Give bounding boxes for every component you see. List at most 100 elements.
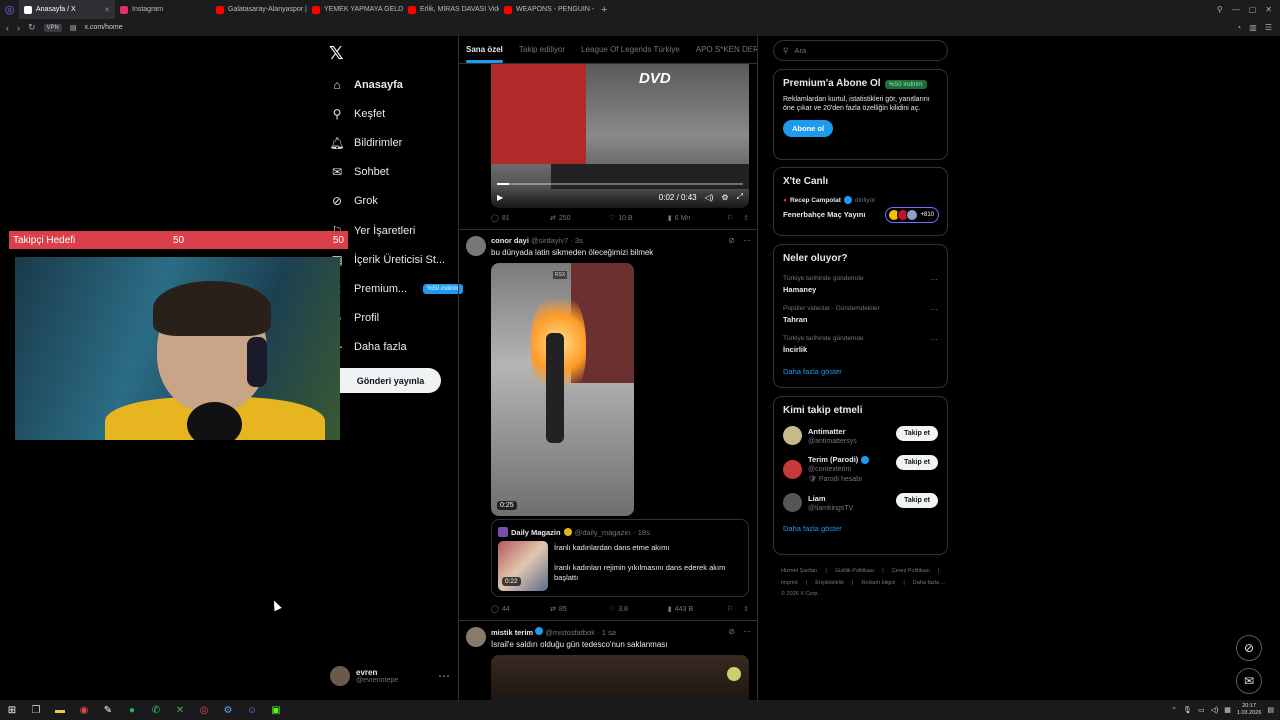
tray-expand-icon[interactable]: ⌃ [1171,706,1177,714]
vpn-badge[interactable]: VPN [43,23,62,32]
reload-icon[interactable]: ↻ [28,22,36,33]
volume-icon[interactable]: ◁) [1211,706,1219,714]
bookmark-icon[interactable]: ⚐ [727,214,733,222]
nav-item[interactable]: ☺Profil [330,304,463,333]
volume-icon[interactable]: ◁) [705,193,714,202]
subscribe-button[interactable]: Abone ol [783,120,834,138]
nav-item[interactable]: ✉ Sohbet [330,158,463,187]
nav-item[interactable]: ⚐Yer İşaretleri [330,216,463,245]
nav-item[interactable]: ⊘ Grok [330,187,463,216]
browser-tab[interactable]: Instagram [115,0,211,19]
post-button[interactable]: Gönderi yayınla [340,368,441,393]
grok-icon[interactable]: ⊘ [728,236,735,245]
more-icon[interactable]: ⋯ [743,236,751,245]
spotify-icon[interactable]: ● [120,700,144,720]
footer-link[interactable]: Reklam bilgisi [861,578,895,590]
forward-icon[interactable]: › [17,23,20,33]
nav-item[interactable]: ⋯Daha fazla [330,333,463,362]
browser-tab[interactable]: Anasayfa / X ✕ [19,0,115,19]
follow-suggestion[interactable]: Antimatter @antimattersys Takip et [783,426,938,445]
language-icon[interactable]: ▦ [1224,706,1231,714]
live-card[interactable]: X'te Canlı ● Recep Campolat dinliyor Fen… [773,167,948,236]
fullscreen-icon[interactable]: ⤢ [737,192,743,202]
extensions-icon[interactable]: ◔ [1236,23,1241,32]
browser-tab[interactable]: WEAPONS - PENGUIN - S [499,0,595,19]
browser-tab[interactable]: Erlik, MİRAS DAVASI Vide [403,0,499,19]
task-view-icon[interactable]: ❐ [24,700,48,720]
notification-icon[interactable]: ▤ [1267,706,1274,714]
grok-icon[interactable]: ⊘ [728,627,735,636]
mic-icon[interactable]: 🎙︎ [1183,706,1192,714]
views-button[interactable]: ▮ 443 B [668,605,727,614]
trend-item[interactable]: Popüler videolar · Gündemdekiler Tahran ⋯ [783,305,938,324]
avatar[interactable] [466,627,486,647]
avatar[interactable] [466,236,486,256]
footer-link[interactable]: Imprint [781,578,798,590]
timeline-tab[interactable]: Takip ediliyor [519,45,565,54]
sidebar-icon[interactable]: ▥ [1249,23,1257,32]
play-icon[interactable]: ▶ [497,193,503,202]
nav-item[interactable]: ▦İçerik Üreticisi St... [330,245,463,274]
menu-icon[interactable]: ☰ [1265,23,1272,32]
minimize-icon[interactable]: — [1232,5,1240,14]
steam-icon[interactable]: ⚙ [216,700,240,720]
tweet[interactable]: mistik terim @mistosfatbok · 1 sa İsrail… [466,627,751,649]
more-icon[interactable]: ⋯ [743,627,751,636]
new-tab-icon[interactable]: + [601,4,607,16]
search-input[interactable]: ⚲ Ara [773,40,948,61]
trend-item[interactable]: Türkiye tarihinde gündemde Hamaney ⋯ [783,275,938,294]
trend-item[interactable]: Türkiye tarihinde gündemde İncirlik ⋯ [783,335,938,354]
more-icon[interactable]: ⋯ [438,669,450,683]
follow-button[interactable]: Takip et [896,455,938,470]
like-button[interactable]: ♡ 3.8 [609,605,668,614]
browser-logo-icon[interactable]: ◎ [0,0,19,19]
windows-start-icon[interactable]: ⊞ [0,700,24,720]
notepad-icon[interactable]: ✎ [96,700,120,720]
discord-icon[interactable]: ☺ [240,700,264,720]
more-icon[interactable]: ⋯ [930,335,938,344]
whatsapp-icon[interactable]: ✆ [144,700,168,720]
account-switcher[interactable]: evren @evrenntepe ⋯ [330,666,450,686]
search-icon[interactable]: ⚲ [1217,5,1223,14]
x-logo-icon[interactable]: 𝕏 [329,43,344,64]
nav-item[interactable]: ⌂ Anasayfa [330,70,463,99]
bookmark-icon[interactable]: ⚐ [727,605,733,613]
clock[interactable]: 20:17 1.03.2026 [1237,703,1261,716]
share-icon[interactable]: ⇧ [743,214,749,222]
show-more-link[interactable]: Daha fazla göster [783,524,938,533]
nav-item[interactable]: 🔔︎ Bildirimler [329,128,463,157]
reply-button[interactable]: ◯ 44 [491,605,550,614]
show-more-link[interactable]: Daha fazla göster [783,367,938,376]
tweet-video[interactable]: RSX 0:25 [491,263,634,516]
browser-tab[interactable]: Galatasaray-Alanyaspor | [211,0,307,19]
nav-item[interactable]: ⚲ Keşfet [330,99,463,128]
timeline-tab[interactable]: APO S*KEN DERNE [696,45,757,54]
timeline-tab[interactable]: League Of Legends Türkiye [581,45,680,54]
avatar[interactable] [783,426,802,445]
xbox-icon[interactable]: ✕ [168,700,192,720]
video-progress-bar[interactable] [497,183,743,185]
repost-button[interactable]: ⇄ 85 [550,605,609,614]
footer-link[interactable]: Çerez Politikası [892,566,930,578]
close-tab-icon[interactable]: ✕ [104,6,110,14]
footer-link[interactable]: Daha fazla ... [913,578,945,590]
browser-tab[interactable]: YEMEK YAPMAYA GELDİ [307,0,403,19]
footer-link[interactable]: Hizmet Şartları [781,566,817,578]
follow-button[interactable]: Takip et [896,493,938,508]
reply-button[interactable]: ◯ 81 [491,214,550,223]
tweet-video[interactable] [491,655,749,700]
maximize-icon[interactable]: ▢ [1249,5,1257,14]
follow-suggestion[interactable]: Liam @liamkingsTV Takip et [783,493,938,512]
grok-fab-icon[interactable]: ⊘ [1236,635,1262,661]
like-button[interactable]: ♡ 10 B [609,214,668,223]
repost-button[interactable]: ⇄ 250 [550,214,609,223]
timeline-tab[interactable]: Sana özel [466,45,503,63]
follow-button[interactable]: Takip et [896,426,938,441]
avatar[interactable] [783,493,802,512]
follow-suggestion[interactable]: Terim (Parodi) @contexterim 🛡 Parodi hesab… [783,455,938,483]
video-player[interactable]: DVD ▶ 0:02 / 0:43 ◁) ⚙ ⤢ [491,64,749,208]
views-button[interactable]: ▮ 6 Mn [668,214,727,223]
share-icon[interactable]: ⇧ [743,605,749,613]
tweet[interactable]: conor dayi @sirdayiv7 · 3s bu dünyada la… [466,236,751,257]
kick-icon[interactable]: ▣ [264,700,288,720]
